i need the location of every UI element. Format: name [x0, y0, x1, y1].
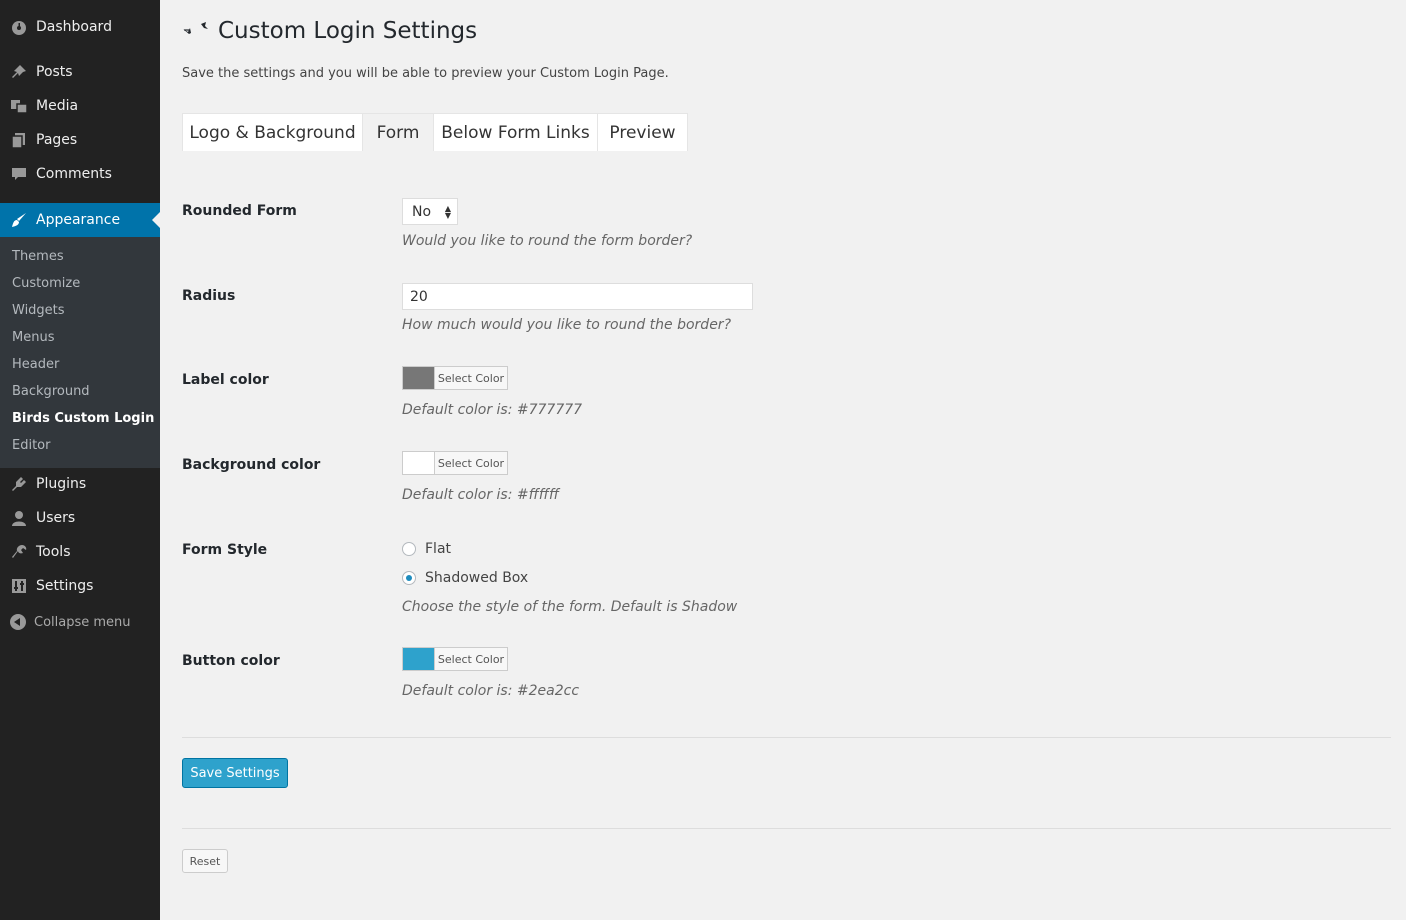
- form-style-option-flat[interactable]: Flat: [402, 541, 451, 557]
- menu-label: Pages: [36, 132, 78, 148]
- radius-input[interactable]: 20: [402, 283, 753, 310]
- media-icon: [9, 96, 29, 116]
- button-color-label: Button color: [182, 653, 280, 669]
- submenu-menus[interactable]: Menus: [12, 330, 54, 345]
- background-color-description: Default color is: #ffffff: [402, 487, 559, 503]
- form-style-description: Choose the style of the form. Default is…: [402, 599, 738, 615]
- background-color-label: Background color: [182, 457, 321, 473]
- submenu-header[interactable]: Header: [12, 357, 59, 372]
- tab-label: Below Form Links: [441, 122, 590, 143]
- save-settings-button[interactable]: Save Settings: [182, 758, 288, 788]
- menu-item-tools[interactable]: Tools: [0, 535, 160, 569]
- reset-button-label: Reset: [189, 854, 221, 868]
- menu-item-plugins[interactable]: Plugins: [0, 467, 160, 501]
- page-title-text: Custom Login Settings: [218, 18, 478, 44]
- menu-label: Users: [36, 510, 76, 526]
- rounded-form-label: Rounded Form: [182, 203, 297, 219]
- menu-item-media[interactable]: Media: [0, 89, 160, 123]
- form-style-option-shadowed-box[interactable]: Shadowed Box: [402, 570, 528, 586]
- divider: [182, 737, 1391, 738]
- submenu-editor[interactable]: Editor: [12, 438, 50, 453]
- paintbrush-icon: [9, 210, 29, 230]
- radio-label: Shadowed Box: [425, 570, 529, 586]
- background-color-picker[interactable]: Select Color: [402, 451, 508, 475]
- label-color-picker[interactable]: Select Color: [402, 366, 508, 390]
- wrench-icon: [9, 542, 29, 562]
- page-title: Custom Login Settings: [182, 18, 477, 44]
- radius-label: Radius: [182, 288, 236, 304]
- page-subtitle: Save the settings and you will be able t…: [182, 66, 669, 81]
- collapse-arrow-icon: [10, 614, 26, 630]
- menu-label: Plugins: [36, 476, 87, 492]
- menu-item-dashboard[interactable]: Dashboard: [0, 10, 160, 44]
- menu-item-appearance[interactable]: Appearance: [0, 203, 160, 237]
- color-swatch: [403, 452, 435, 474]
- select-color-label: Select Color: [437, 652, 505, 666]
- submenu-background[interactable]: Background: [12, 384, 90, 399]
- select-arrows-icon: ▲ ▼: [444, 204, 451, 220]
- menu-item-posts[interactable]: Posts: [0, 55, 160, 89]
- settings-icon: [9, 576, 29, 596]
- comment-icon: [9, 164, 29, 184]
- menu-item-settings[interactable]: Settings: [0, 569, 160, 603]
- button-color-picker[interactable]: Select Color: [402, 647, 508, 671]
- menu-label: Dashboard: [36, 19, 112, 35]
- rounded-form-select[interactable]: No ▲ ▼: [402, 198, 458, 225]
- radio-label: Flat: [425, 541, 452, 557]
- tab-logo-background[interactable]: Logo & Background: [182, 113, 363, 151]
- tab-below-form-links[interactable]: Below Form Links: [433, 113, 598, 151]
- save-button-label: Save Settings: [190, 765, 280, 781]
- radio-button[interactable]: [402, 542, 416, 556]
- button-color-description: Default color is: #2ea2cc: [402, 683, 580, 699]
- select-value: No: [412, 203, 432, 220]
- color-swatch: [403, 367, 435, 389]
- tab-label: Preview: [609, 122, 676, 143]
- active-indicator: [152, 212, 160, 228]
- appearance-submenu: Themes Customize Widgets Menus Header Ba…: [0, 237, 160, 468]
- tab-label: Form: [376, 122, 420, 143]
- menu-item-comments[interactable]: Comments: [0, 157, 160, 191]
- user-icon: [9, 508, 29, 528]
- submenu-widgets[interactable]: Widgets: [12, 303, 65, 318]
- menu-item-users[interactable]: Users: [0, 501, 160, 535]
- radio-button[interactable]: [402, 571, 416, 585]
- form-style-label: Form Style: [182, 542, 268, 558]
- submenu-customize[interactable]: Customize: [12, 276, 80, 291]
- tab-preview[interactable]: Preview: [597, 113, 688, 151]
- plugin-icon: [9, 474, 29, 494]
- pages-icon: [9, 130, 29, 150]
- rounded-form-description: Would you like to round the form border?: [402, 233, 693, 249]
- submenu-birds-custom-login[interactable]: Birds Custom Login: [12, 411, 154, 426]
- menu-label: Media: [36, 98, 79, 114]
- divider: [182, 828, 1391, 829]
- menu-label: Posts: [36, 64, 73, 80]
- select-color-label: Select Color: [437, 456, 505, 470]
- reset-button[interactable]: Reset: [182, 849, 228, 873]
- menu-label: Comments: [36, 166, 112, 182]
- dashboard-icon: [9, 17, 29, 37]
- menu-label: Settings: [36, 578, 94, 594]
- color-swatch: [403, 648, 435, 670]
- radius-input-value: 20: [410, 288, 428, 305]
- pin-icon: [9, 62, 29, 82]
- tab-form[interactable]: Form: [362, 113, 434, 151]
- collapse-label: Collapse menu: [34, 614, 131, 630]
- radius-description: How much would you like to round the bor…: [402, 317, 731, 333]
- label-color-description: Default color is: #777777: [402, 402, 583, 418]
- menu-item-pages[interactable]: Pages: [0, 123, 160, 157]
- admin-sidebar: Dashboard Posts Media Pages Comments App…: [0, 0, 160, 920]
- tab-label: Logo & Background: [189, 122, 356, 143]
- collapse-menu-button[interactable]: Collapse menu: [0, 609, 160, 635]
- birds-icon: [182, 21, 208, 41]
- select-color-label: Select Color: [437, 371, 505, 385]
- menu-label: Tools: [36, 544, 71, 560]
- submenu-themes[interactable]: Themes: [12, 249, 64, 264]
- label-color-label: Label color: [182, 372, 269, 388]
- menu-label: Appearance: [36, 212, 121, 228]
